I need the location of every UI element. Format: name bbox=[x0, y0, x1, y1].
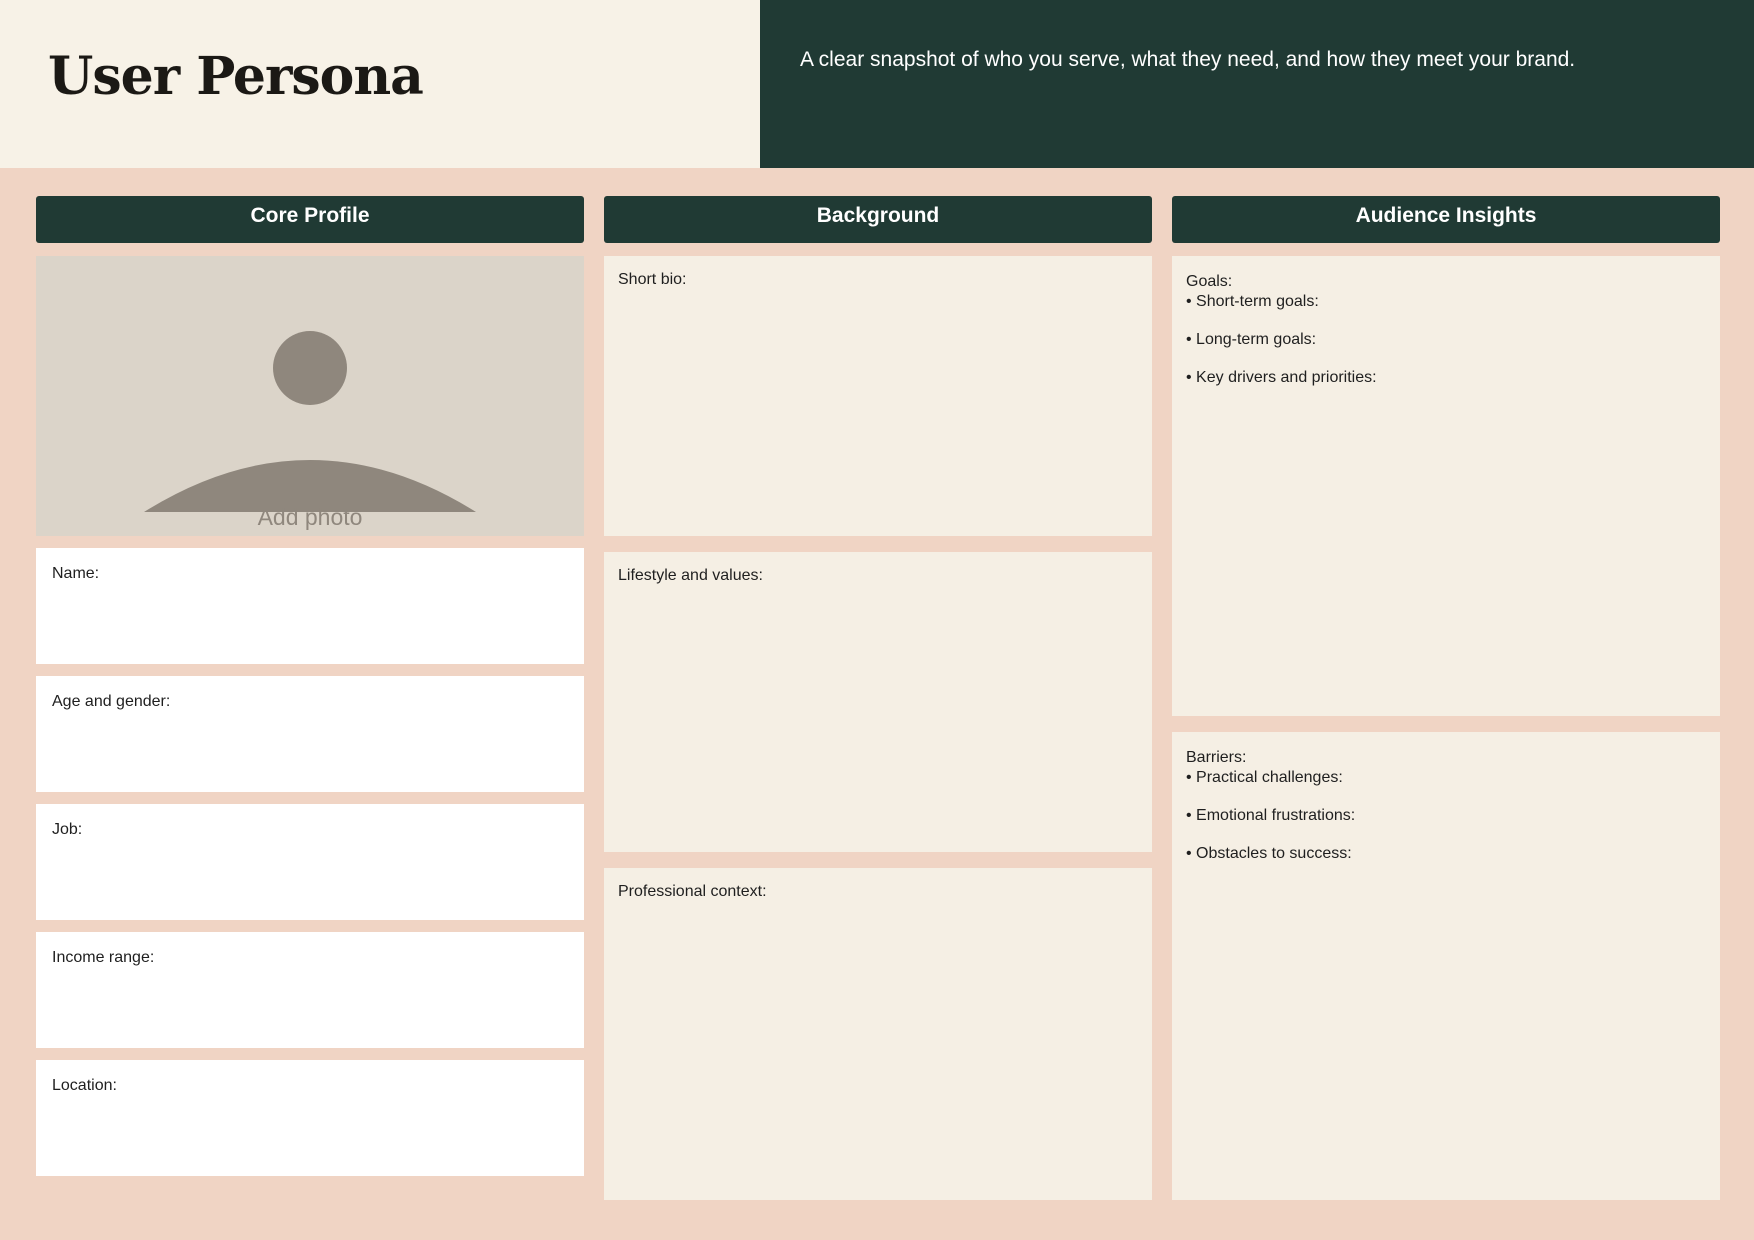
job-field[interactable]: Job: bbox=[36, 804, 584, 920]
income-range-field[interactable]: Income range: bbox=[36, 932, 584, 1048]
goals-label: Goals: bbox=[1186, 273, 1233, 290]
barriers-bullet-emotional: • Emotional frustrations: bbox=[1186, 807, 1356, 824]
goals-field[interactable]: Goals: • Short-term goals: • Long-term g… bbox=[1172, 256, 1720, 716]
barriers-label: Barriers: bbox=[1186, 749, 1247, 766]
short-bio-label: Short bio: bbox=[618, 271, 687, 288]
lifestyle-values-label: Lifestyle and values: bbox=[618, 567, 763, 584]
header-left-panel: User Persona bbox=[0, 0, 760, 168]
name-field[interactable]: Name: bbox=[36, 548, 584, 664]
barriers-bullet-obstacles: • Obstacles to success: bbox=[1186, 845, 1352, 862]
lifestyle-values-field[interactable]: Lifestyle and values: bbox=[604, 552, 1152, 852]
short-bio-field[interactable]: Short bio: bbox=[604, 256, 1152, 536]
header-right-panel: A clear snapshot of who you serve, what … bbox=[760, 0, 1754, 168]
location-field-label: Location: bbox=[52, 1077, 117, 1094]
barriers-bullet-practical: • Practical challenges: bbox=[1186, 769, 1343, 786]
job-field-label: Job: bbox=[52, 821, 83, 838]
barriers-field[interactable]: Barriers: • Practical challenges: • Emot… bbox=[1172, 732, 1720, 1200]
professional-context-field[interactable]: Professional context: bbox=[604, 868, 1152, 1200]
name-field-label: Name: bbox=[52, 565, 100, 582]
income-range-field-label: Income range: bbox=[52, 949, 155, 966]
core-profile-header: Core Profile bbox=[36, 196, 584, 243]
age-gender-field-label: Age and gender: bbox=[52, 693, 171, 710]
audience-insights-header: Audience Insights bbox=[1172, 196, 1720, 243]
add-photo-placeholder[interactable]: Add photo bbox=[36, 256, 584, 536]
page-tagline: A clear snapshot of who you serve, what … bbox=[800, 48, 1576, 71]
goals-bullet-long-term: • Long-term goals: bbox=[1186, 331, 1317, 348]
professional-context-label: Professional context: bbox=[618, 883, 767, 900]
location-field[interactable]: Location: bbox=[36, 1060, 584, 1176]
background-header: Background bbox=[604, 196, 1152, 243]
page-title: User Persona bbox=[48, 46, 424, 107]
goals-bullet-short-term: • Short-term goals: bbox=[1186, 293, 1319, 310]
add-photo-label: Add photo bbox=[257, 504, 363, 530]
goals-bullet-key-drivers: • Key drivers and priorities: bbox=[1186, 369, 1377, 386]
person-head-icon bbox=[273, 331, 347, 405]
age-gender-field[interactable]: Age and gender: bbox=[36, 676, 584, 792]
